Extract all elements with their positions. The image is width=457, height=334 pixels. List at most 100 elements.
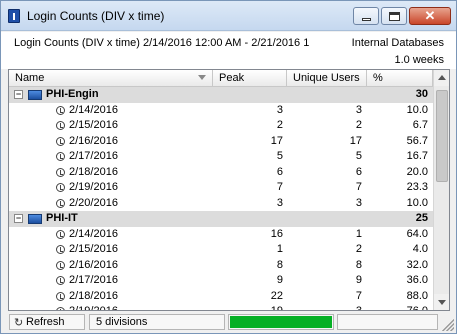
clock-icon xyxy=(56,198,65,208)
row-unique-users: 6 xyxy=(355,165,362,178)
clock-icon xyxy=(56,167,65,177)
clock-icon xyxy=(56,121,65,130)
column-header-percent[interactable]: % xyxy=(367,70,433,86)
scroll-up-button[interactable] xyxy=(434,70,449,86)
table-row[interactable]: 2/14/2016 3 3 10.0 xyxy=(9,103,433,119)
row-peak: 19 xyxy=(270,305,283,311)
status-panel xyxy=(337,314,438,330)
refresh-icon: ↻ xyxy=(14,317,24,329)
table-row[interactable]: 2/18/2016 6 6 20.0 xyxy=(9,165,433,181)
results-grid: Name Peak Unique Users % − PHI-Engin 30 2/1… xyxy=(8,69,450,311)
vertical-scrollbar[interactable] xyxy=(433,70,449,310)
table-row[interactable]: 2/19/2016 19 3 76.0 xyxy=(9,304,433,311)
arrow-up-icon xyxy=(438,75,446,80)
progress-fill xyxy=(230,316,332,328)
row-date: 2/18/2016 xyxy=(69,165,118,178)
clock-icon xyxy=(56,229,65,239)
refresh-button[interactable]: ↻ Refresh xyxy=(9,314,85,330)
window-title: Login Counts (DIV x time) xyxy=(27,9,165,23)
clock-icon xyxy=(56,245,65,254)
group-name: PHI-Engin xyxy=(46,88,99,100)
row-peak: 2 xyxy=(276,119,283,131)
group-row[interactable]: − PHI-IT 25 xyxy=(9,211,433,227)
group-name: PHI-IT xyxy=(46,212,78,224)
clock-icon xyxy=(56,105,65,115)
row-percent: 76.0 xyxy=(406,305,428,311)
row-percent: 16.7 xyxy=(406,150,428,162)
division-icon xyxy=(28,214,42,224)
row-peak: 7 xyxy=(276,181,283,193)
group-total: 25 xyxy=(415,212,428,224)
report-info-bar: Login Counts (DIV x time) 2/14/2016 12:0… xyxy=(1,32,456,52)
column-header-peak[interactable]: Peak xyxy=(213,70,287,86)
division-icon xyxy=(28,90,42,100)
collapse-toggle-icon[interactable]: − xyxy=(14,214,23,223)
row-date: 2/20/2016 xyxy=(69,196,118,209)
row-date: 2/14/2016 xyxy=(69,227,118,240)
row-unique-users: 3 xyxy=(355,196,362,209)
row-peak: 1 xyxy=(276,243,283,255)
resize-grip-icon[interactable] xyxy=(442,319,454,331)
arrow-down-icon xyxy=(438,300,446,305)
table-row[interactable]: 2/16/2016 17 17 56.7 xyxy=(9,134,433,150)
row-peak: 5 xyxy=(276,150,283,162)
table-row[interactable]: 2/15/2016 2 2 6.7 xyxy=(9,118,433,134)
row-date: 2/17/2016 xyxy=(69,150,118,162)
close-icon: ✕ xyxy=(424,8,436,23)
row-percent: 88.0 xyxy=(406,289,428,302)
minimize-button[interactable] xyxy=(353,7,379,25)
data-source: Internal Databases xyxy=(351,37,444,49)
clock-icon xyxy=(56,276,65,285)
minimize-icon xyxy=(362,18,371,21)
column-header-name[interactable]: Name xyxy=(9,70,213,86)
interval-label: 1.0 weeks xyxy=(394,54,444,66)
clock-icon xyxy=(56,260,65,270)
close-button[interactable]: ✕ xyxy=(409,7,451,25)
maximize-button[interactable] xyxy=(381,7,407,25)
progress-bar xyxy=(228,314,334,330)
table-row[interactable]: 2/20/2016 3 3 10.0 xyxy=(9,196,433,212)
clock-icon xyxy=(56,183,65,192)
row-peak: 3 xyxy=(276,103,283,116)
row-unique-users: 8 xyxy=(355,258,362,271)
row-percent: 4.0 xyxy=(412,243,428,255)
divisions-count: 5 divisions xyxy=(89,314,225,330)
column-header-unique-users[interactable]: Unique Users xyxy=(287,70,367,86)
group-row[interactable]: − PHI-Engin 30 xyxy=(9,87,433,103)
title-bar[interactable]: Login Counts (DIV x time) ✕ xyxy=(1,1,456,31)
group-total: 30 xyxy=(415,88,428,100)
row-unique-users: 2 xyxy=(355,243,362,255)
row-unique-users: 3 xyxy=(355,103,362,116)
app-icon xyxy=(8,9,20,23)
row-percent: 23.3 xyxy=(406,181,428,193)
row-unique-users: 5 xyxy=(355,150,362,162)
row-percent: 64.0 xyxy=(406,227,428,240)
clock-icon xyxy=(56,291,65,301)
table-row[interactable]: 2/17/2016 5 5 16.7 xyxy=(9,149,433,165)
row-peak: 9 xyxy=(276,274,283,286)
row-percent: 20.0 xyxy=(406,165,428,178)
login-counts-window: Login Counts (DIV x time) ✕ Login Counts… xyxy=(0,0,457,334)
row-unique-users: 17 xyxy=(349,134,362,147)
collapse-toggle-icon[interactable]: − xyxy=(14,90,23,99)
clock-icon xyxy=(56,136,65,146)
row-unique-users: 9 xyxy=(355,274,362,286)
row-percent: 6.7 xyxy=(412,119,428,131)
row-date: 2/18/2016 xyxy=(69,289,118,302)
row-unique-users: 1 xyxy=(355,227,362,240)
table-row[interactable]: 2/15/2016 1 2 4.0 xyxy=(9,242,433,258)
sort-indicator-icon xyxy=(198,75,206,80)
row-date: 2/16/2016 xyxy=(69,258,118,271)
column-header-row: Name Peak Unique Users % xyxy=(9,70,433,87)
row-percent: 32.0 xyxy=(406,258,428,271)
table-row[interactable]: 2/18/2016 22 7 88.0 xyxy=(9,289,433,305)
interval-bar: 1.0 weeks xyxy=(1,52,456,69)
table-row[interactable]: 2/19/2016 7 7 23.3 xyxy=(9,180,433,196)
row-unique-users: 2 xyxy=(355,119,362,131)
table-row[interactable]: 2/14/2016 16 1 64.0 xyxy=(9,227,433,243)
scroll-down-button[interactable] xyxy=(434,294,449,310)
table-row[interactable]: 2/16/2016 8 8 32.0 xyxy=(9,258,433,274)
scroll-thumb[interactable] xyxy=(436,90,448,182)
maximize-icon xyxy=(389,12,400,21)
table-row[interactable]: 2/17/2016 9 9 36.0 xyxy=(9,273,433,289)
